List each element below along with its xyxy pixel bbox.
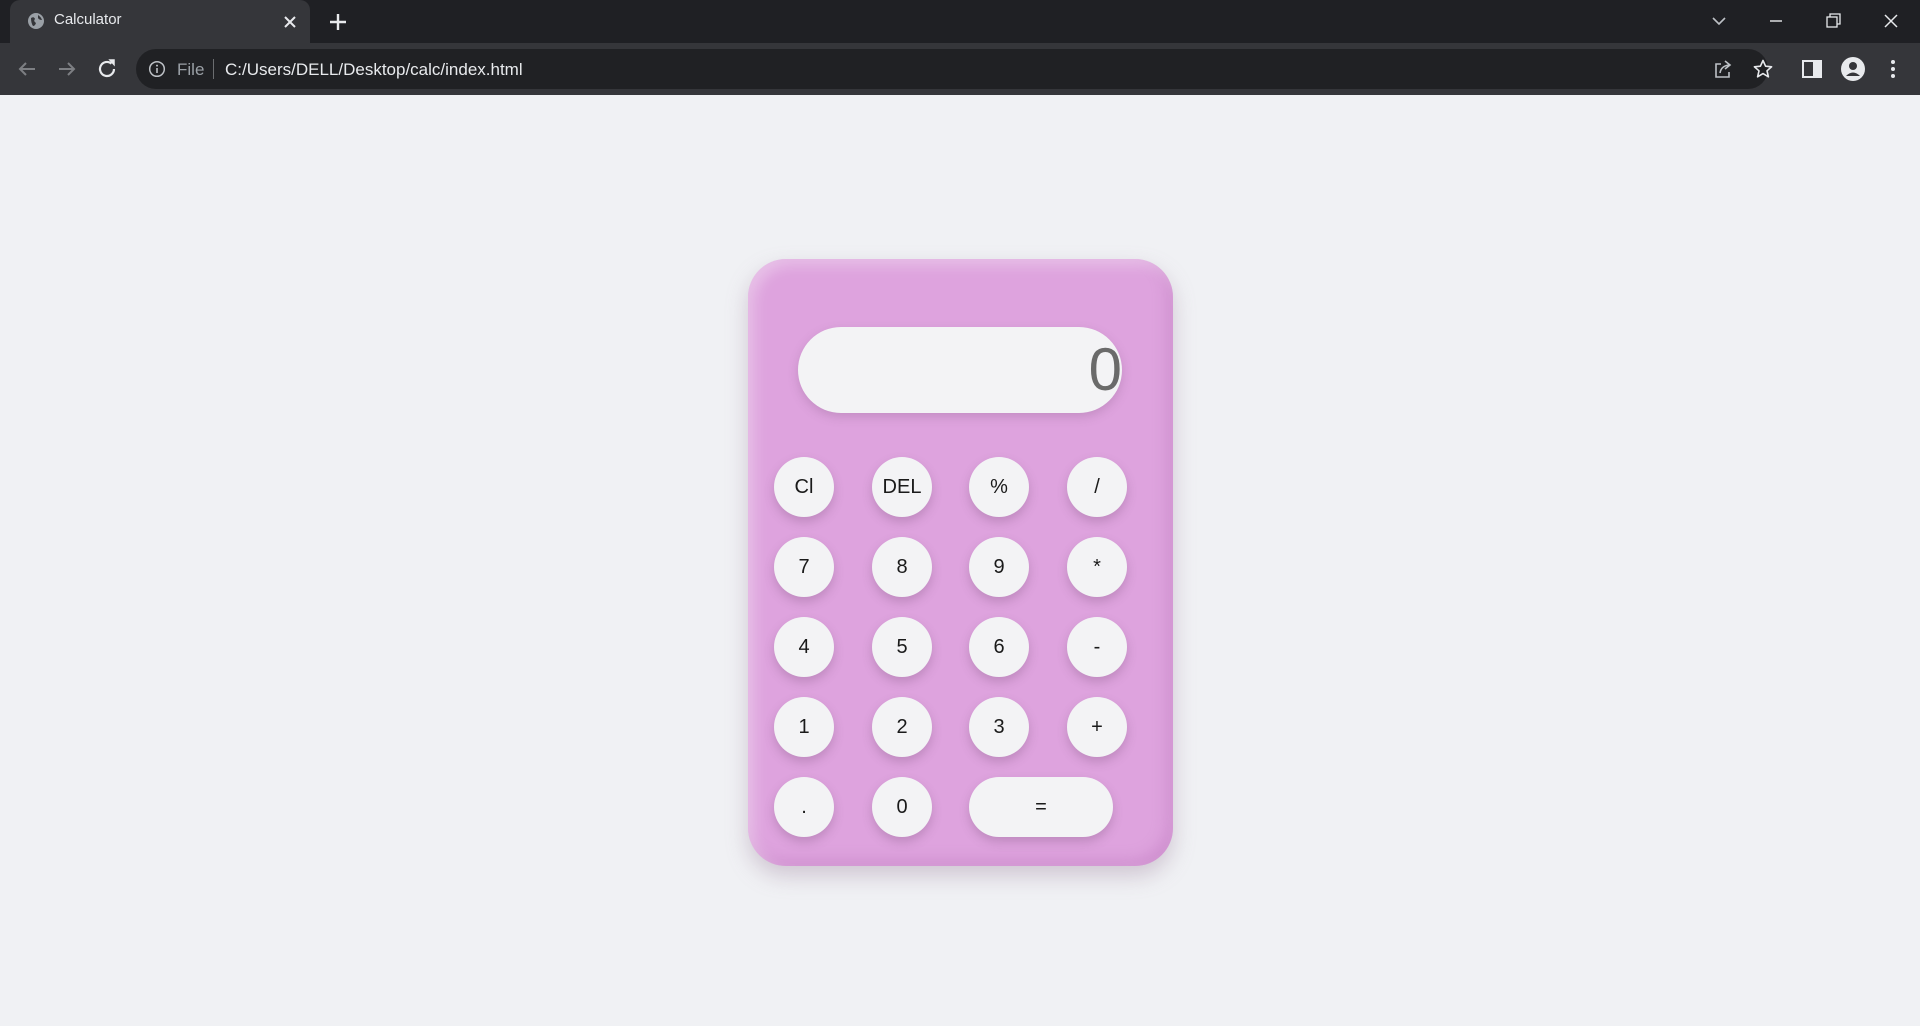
- delete-button[interactable]: DEL: [872, 457, 932, 517]
- browser-tab[interactable]: Calculator: [10, 0, 310, 43]
- page-viewport: 0 Cl DEL % / 7 8 9 * 4 5 6 - 1 2 3 + . 0…: [0, 95, 1920, 1026]
- display-value: 0: [1088, 336, 1122, 403]
- browser-titlebar: Calculator: [0, 0, 1920, 43]
- digit-7-button[interactable]: 7: [774, 537, 834, 597]
- side-panel-icon[interactable]: [1799, 56, 1825, 82]
- globe-icon: [28, 13, 44, 29]
- equals-button[interactable]: =: [969, 777, 1113, 837]
- browser-toolbar: File C:/Users/DELL/Desktop/calc/index.ht…: [0, 43, 1920, 95]
- close-window-icon[interactable]: [1876, 6, 1906, 36]
- percent-button[interactable]: %: [969, 457, 1029, 517]
- forward-arrow-icon[interactable]: [53, 55, 81, 83]
- clear-button[interactable]: Cl: [774, 457, 834, 517]
- reload-icon[interactable]: [93, 55, 121, 83]
- digit-8-button[interactable]: 8: [872, 537, 932, 597]
- add-button[interactable]: +: [1067, 697, 1127, 757]
- profile-avatar-icon[interactable]: [1840, 56, 1866, 82]
- close-tab-icon[interactable]: [280, 12, 300, 32]
- tab-search-chevron-icon[interactable]: [1704, 6, 1734, 36]
- address-url[interactable]: C:/Users/DELL/Desktop/calc/index.html: [225, 60, 523, 80]
- divide-button[interactable]: /: [1067, 457, 1127, 517]
- restore-icon[interactable]: [1818, 6, 1848, 36]
- info-icon[interactable]: [148, 60, 166, 78]
- digit-2-button[interactable]: 2: [872, 697, 932, 757]
- digit-0-button[interactable]: 0: [872, 777, 932, 837]
- digit-1-button[interactable]: 1: [774, 697, 834, 757]
- calculator: 0 Cl DEL % / 7 8 9 * 4 5 6 - 1 2 3 + . 0…: [748, 259, 1173, 866]
- more-menu-icon[interactable]: [1880, 56, 1906, 82]
- decimal-button[interactable]: .: [774, 777, 834, 837]
- subtract-button[interactable]: -: [1067, 617, 1127, 677]
- digit-4-button[interactable]: 4: [774, 617, 834, 677]
- digit-6-button[interactable]: 6: [969, 617, 1029, 677]
- address-scheme-label: File: [177, 60, 205, 79]
- share-icon[interactable]: [1712, 58, 1734, 80]
- calculator-display: 0: [798, 327, 1122, 413]
- digit-3-button[interactable]: 3: [969, 697, 1029, 757]
- digit-5-button[interactable]: 5: [872, 617, 932, 677]
- bookmark-star-icon[interactable]: [1752, 58, 1774, 80]
- digit-9-button[interactable]: 9: [969, 537, 1029, 597]
- tab-title: Calculator: [54, 11, 122, 28]
- address-separator: [213, 59, 214, 79]
- minimize-icon[interactable]: [1761, 6, 1791, 36]
- address-bar[interactable]: File C:/Users/DELL/Desktop/calc/index.ht…: [136, 49, 1773, 89]
- new-tab-icon[interactable]: [326, 10, 350, 34]
- multiply-button[interactable]: *: [1067, 537, 1127, 597]
- back-arrow-icon[interactable]: [13, 55, 41, 83]
